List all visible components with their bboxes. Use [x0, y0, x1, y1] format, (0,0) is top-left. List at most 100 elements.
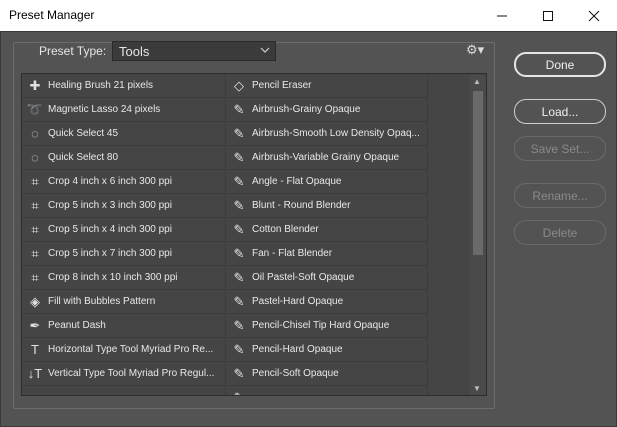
- brush-icon: ✎: [233, 317, 245, 333]
- list-item[interactable]: ✎ Oil Pastel-Soft Opaque: [226, 266, 428, 290]
- brush-icon: ✎: [233, 149, 245, 165]
- preset-type-value: Tools: [119, 44, 150, 59]
- minimize-button[interactable]: [479, 0, 525, 31]
- list-item[interactable]: ✎ Pastel-Hard Opaque: [226, 290, 428, 314]
- title-bar: Preset Manager: [0, 0, 617, 32]
- gear-icon[interactable]: ⚙▾: [466, 42, 484, 58]
- crop-icon: ⌗: [31, 197, 39, 213]
- list-item-label: Crop 5 inch x 7 inch 300 ppi: [48, 248, 172, 259]
- list-item[interactable]: ⌗ Crop 5 inch x 4 inch 300 ppi: [22, 218, 226, 242]
- list-item-label: Airbrush-Smooth Low Density Opaq...: [252, 128, 420, 139]
- list-item-label: Quick Select 80: [48, 152, 119, 163]
- healing-brush-icon: ✚: [29, 77, 41, 93]
- list-item-label: Fill with Bubbles Pattern: [48, 296, 156, 307]
- list-item[interactable]: ✎ Pencil-Soft Opaque: [226, 362, 428, 386]
- preset-type-label: Preset Type:: [35, 44, 111, 58]
- list-item-label: Pencil-Hard Opaque: [252, 344, 343, 355]
- scroll-thumb[interactable]: [473, 91, 483, 255]
- list-item-label: Crop 5 inch x 3 inch 300 ppi: [48, 200, 172, 211]
- list-item-label: Crop 8 inch x 10 inch 300 ppi: [48, 272, 178, 283]
- preset-list[interactable]: ✚ Healing Brush 21 pixels ➰ Magnetic Lasso …: [21, 73, 487, 396]
- quick-select-icon: ◌: [31, 150, 39, 165]
- window-title: Preset Manager: [9, 8, 95, 22]
- brush-icon: ✎: [233, 365, 245, 381]
- list-item[interactable]: ✚ Healing Brush 21 pixels: [22, 74, 226, 98]
- list-item-label: Pencil-Chisel Tip Hard Opaque: [252, 320, 390, 331]
- list-item[interactable]: ➰ Magnetic Lasso 24 pixels: [22, 98, 226, 122]
- list-item[interactable]: ✒ Peanut Dash: [22, 314, 226, 338]
- rectangle-icon: ▭: [22, 390, 48, 396]
- list-item-label: Magnetic Lasso 24 pixels: [48, 104, 161, 115]
- list-item[interactable]: ↓T Vertical Type Tool Myriad Pro Regul...: [22, 362, 226, 386]
- list-item-label: Healing Brush 21 pixels: [48, 80, 154, 91]
- close-icon: [588, 10, 600, 21]
- delete-button[interactable]: Delete: [514, 220, 606, 245]
- list-item-label: Angle - Flat Opaque: [252, 176, 342, 187]
- list-item-label: Blunt - Round Blender: [252, 200, 351, 211]
- list-item-label: Airbrush-Grainy Opaque: [252, 104, 361, 115]
- list-item[interactable]: ◈ Fill with Bubbles Pattern: [22, 290, 226, 314]
- crop-icon: ⌗: [31, 245, 39, 261]
- brush-icon: ✎: [233, 293, 245, 309]
- crop-icon: ⌗: [31, 221, 39, 237]
- list-item[interactable]: ✎ Angle - Flat Opaque: [226, 170, 428, 194]
- list-item[interactable]: ✎ Airbrush-Smooth Low Density Opaq...: [226, 122, 428, 146]
- preset-list-right-column: ◇ Pencil Eraser ✎ Airbrush-Grainy Opaque ✎ Ai…: [226, 74, 428, 395]
- scroll-down-icon[interactable]: ▼: [473, 384, 481, 393]
- eraser-icon: ◇: [234, 77, 244, 93]
- close-button[interactable]: [571, 0, 617, 31]
- scroll-up-icon[interactable]: ▲: [473, 77, 481, 86]
- list-item[interactable]: ◌ Quick Select 80: [22, 146, 226, 170]
- list-item-label: Crop 4 inch x 6 inch 300 ppi: [48, 176, 172, 187]
- list-item-label: Peanut Dash: [48, 320, 106, 331]
- brush-icon: ✎: [233, 197, 245, 213]
- list-item[interactable]: ⌗ Crop 5 inch x 3 inch 300 ppi: [22, 194, 226, 218]
- list-item-label: Airbrush-Variable Grainy Opaque: [252, 152, 400, 163]
- maximize-icon: [543, 10, 553, 21]
- load-button[interactable]: Load...: [514, 99, 606, 124]
- list-item-label: Quick Select 45: [48, 128, 119, 139]
- list-item[interactable]: ✎ Pencil-Chisel Tip Hard Opaque: [226, 314, 428, 338]
- brush-icon: ✎: [233, 341, 245, 357]
- magnetic-lasso-icon: ➰: [26, 101, 44, 117]
- preset-type-select[interactable]: Tools: [112, 41, 276, 61]
- list-item[interactable]: ⌗ Crop 8 inch x 10 inch 300 ppi: [22, 266, 226, 290]
- list-item[interactable]: ✎ Cotton Blender: [226, 218, 428, 242]
- list-item[interactable]: ✎: [226, 386, 428, 395]
- list-item-label: Vertical Type Tool Myriad Pro Regul...: [48, 368, 215, 379]
- crop-icon: ⌗: [31, 173, 39, 189]
- pen-icon: ✒: [29, 317, 41, 333]
- quick-select-icon: ◌: [31, 126, 39, 141]
- save-set-button[interactable]: Save Set...: [514, 136, 606, 161]
- brush-icon: ✎: [233, 269, 245, 285]
- list-item[interactable]: ◇ Pencil Eraser: [226, 74, 428, 98]
- list-item[interactable]: ✎ Airbrush-Variable Grainy Opaque: [226, 146, 428, 170]
- type-tool-icon: T: [31, 342, 39, 357]
- crop-icon: ⌗: [31, 269, 39, 285]
- brush-icon: ✎: [233, 221, 245, 237]
- list-item-label: Pastel-Hard Opaque: [252, 296, 344, 307]
- done-button[interactable]: Done: [514, 52, 606, 77]
- list-item-label: Oil Pastel-Soft Opaque: [252, 272, 355, 283]
- paint-bucket-icon: ◈: [30, 293, 40, 309]
- brush-icon: ✎: [233, 173, 245, 189]
- list-item-label: Horizontal Type Tool Myriad Pro Re...: [48, 344, 214, 355]
- minimize-icon: [497, 15, 507, 16]
- list-item[interactable]: ✎ Airbrush-Grainy Opaque: [226, 98, 428, 122]
- list-item[interactable]: ⌗ Crop 4 inch x 6 inch 300 ppi: [22, 170, 226, 194]
- list-item[interactable]: ▭: [22, 386, 226, 396]
- rename-button[interactable]: Rename...: [514, 183, 606, 208]
- maximize-button[interactable]: [525, 0, 571, 31]
- list-item[interactable]: T Horizontal Type Tool Myriad Pro Re...: [22, 338, 226, 362]
- vertical-type-icon: ↓T: [27, 366, 43, 381]
- list-scrollbar[interactable]: ▲ ▼: [470, 75, 486, 395]
- brush-icon: ✎: [233, 101, 245, 117]
- list-item[interactable]: ✎ Fan - Flat Blender: [226, 242, 428, 266]
- list-item[interactable]: ⌗ Crop 5 inch x 7 inch 300 ppi: [22, 242, 226, 266]
- list-item[interactable]: ◌ Quick Select 45: [22, 122, 226, 146]
- list-item[interactable]: ✎ Pencil-Hard Opaque: [226, 338, 428, 362]
- list-item[interactable]: ✎ Blunt - Round Blender: [226, 194, 428, 218]
- list-item-label: Pencil Eraser: [252, 80, 312, 91]
- list-item-label: Cotton Blender: [252, 224, 319, 235]
- brush-icon: ✎: [233, 245, 245, 261]
